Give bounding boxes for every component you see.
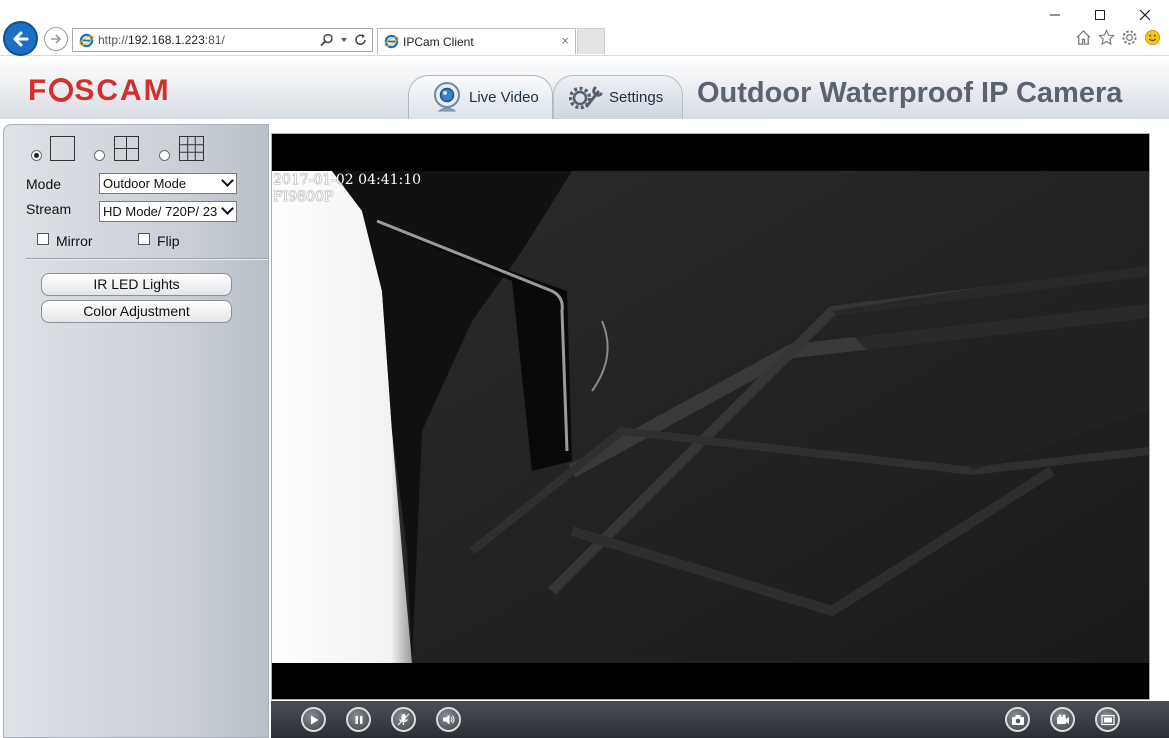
tab-live-video[interactable]: Live Video (408, 75, 553, 119)
search-icon[interactable] (320, 33, 334, 47)
url-port: :81/ (204, 33, 225, 47)
stream-select[interactable]: HD Mode/ 720P/ 23 (99, 201, 237, 222)
record-button[interactable] (1050, 707, 1075, 732)
mode-select[interactable]: Outdoor Mode (99, 173, 237, 194)
audio-button[interactable] (436, 707, 461, 732)
minimize-button[interactable] (1045, 6, 1065, 24)
new-tab-button[interactable] (577, 28, 605, 54)
chevron-down-icon (221, 174, 234, 187)
video-timestamp: 2017-01-02 04:41:10 (273, 172, 422, 188)
smiley-icon[interactable] (1144, 29, 1161, 46)
tab-settings-label: Settings (609, 89, 664, 106)
grid-3x3-lines (180, 137, 203, 160)
camera-feed-image (272, 171, 1149, 663)
stream-value: HD Mode/ 720P/ 23 (103, 204, 218, 219)
single-view-icon (50, 136, 75, 161)
playback-control-bar (271, 701, 1169, 738)
home-icon[interactable] (1075, 29, 1092, 46)
forward-button[interactable] (44, 27, 68, 51)
maximize-icon (1095, 10, 1105, 20)
browser-toolbar (1075, 29, 1161, 46)
url-scheme: http:// (98, 33, 129, 47)
mode-value: Outdoor Mode (103, 176, 187, 191)
wrench-gear-icon (569, 86, 603, 109)
refresh-icon[interactable] (354, 33, 368, 47)
close-icon (1139, 9, 1151, 21)
maximize-button[interactable] (1090, 6, 1110, 24)
mode-label: Mode (26, 176, 62, 192)
fullscreen-icon (1100, 714, 1115, 725)
snapshot-icon (1011, 714, 1024, 725)
layout-selector (4, 135, 270, 165)
browser-tab[interactable]: IPCam Client × (377, 28, 576, 54)
dropdown-arrow-icon[interactable] (340, 36, 348, 44)
product-title: Outdoor Waterproof IP Camera (697, 77, 1123, 109)
url-text: http://192.168.1.223:81/ (98, 33, 225, 47)
foscam-logo: F SCAM (28, 74, 171, 108)
minimize-icon (1050, 14, 1060, 16)
video-camera-model: FI9800P (273, 189, 334, 205)
mic-icon (397, 713, 410, 726)
layout-9-radio[interactable] (159, 150, 170, 161)
speaker-icon (443, 714, 455, 725)
mirror-label: Mirror (56, 233, 93, 249)
flip-checkbox[interactable] (138, 233, 150, 245)
tab-title: IPCam Client (403, 35, 474, 49)
play-button[interactable] (301, 707, 326, 732)
chevron-down-icon (221, 202, 234, 215)
mode-row: Mode Outdoor Mode (26, 173, 266, 195)
back-button[interactable] (3, 21, 38, 56)
logo-o-ring (49, 78, 74, 102)
address-bar[interactable]: http://192.168.1.223:81/ (72, 28, 373, 52)
logo-text-end: SCAM (74, 74, 171, 107)
nine-view-icon (179, 136, 204, 161)
app-window: http://192.168.1.223:81/ IPCam Client × (0, 0, 1169, 738)
stream-row: Stream HD Mode/ 720P/ 23 (26, 201, 266, 223)
browser-chrome: http://192.168.1.223:81/ IPCam Client × (0, 0, 1169, 56)
stream-label: Stream (26, 201, 72, 217)
left-panel: Mode Outdoor Mode Stream HD Mode/ 720P/ … (3, 124, 269, 738)
ie-logo-icon (384, 34, 399, 49)
snapshot-button[interactable] (1005, 707, 1030, 732)
flip-label: Flip (157, 233, 180, 249)
quad-view-icon (114, 136, 139, 161)
grid-2x2-lines (115, 137, 138, 160)
tab-live-video-label: Live Video (469, 89, 539, 106)
arrow-left-icon (13, 31, 28, 46)
arrow-right-icon (51, 34, 62, 44)
play-icon (310, 715, 318, 724)
talk-button[interactable] (391, 707, 416, 732)
app-header: F SCAM Live Video Settings Outdoor Waterp… (0, 57, 1169, 119)
stop-icon (355, 715, 362, 724)
mirror-checkbox[interactable] (37, 233, 49, 245)
record-icon (1056, 714, 1069, 724)
logo-text-start: F (28, 74, 49, 107)
gear-icon[interactable] (1121, 29, 1138, 46)
stop-button[interactable] (346, 707, 371, 732)
layout-4-radio[interactable] (94, 150, 105, 161)
video-viewport[interactable]: 2017-01-02 04:41:10 FI9800P (271, 133, 1150, 700)
panel-divider (26, 258, 268, 260)
layout-1-radio[interactable] (31, 150, 42, 161)
url-host: 192.168.1.223 (128, 33, 205, 47)
ir-led-lights-button[interactable]: IR LED Lights (41, 273, 232, 296)
fullscreen-button[interactable] (1095, 707, 1120, 732)
color-adjustment-button[interactable]: Color Adjustment (41, 300, 232, 323)
tab-settings[interactable]: Settings (553, 75, 683, 119)
tab-close-icon[interactable]: × (561, 33, 569, 48)
star-icon[interactable] (1098, 29, 1115, 46)
close-window-button[interactable] (1135, 6, 1155, 24)
address-tools (320, 32, 368, 48)
webcam-icon (434, 81, 460, 111)
ie-logo-icon (79, 33, 94, 48)
